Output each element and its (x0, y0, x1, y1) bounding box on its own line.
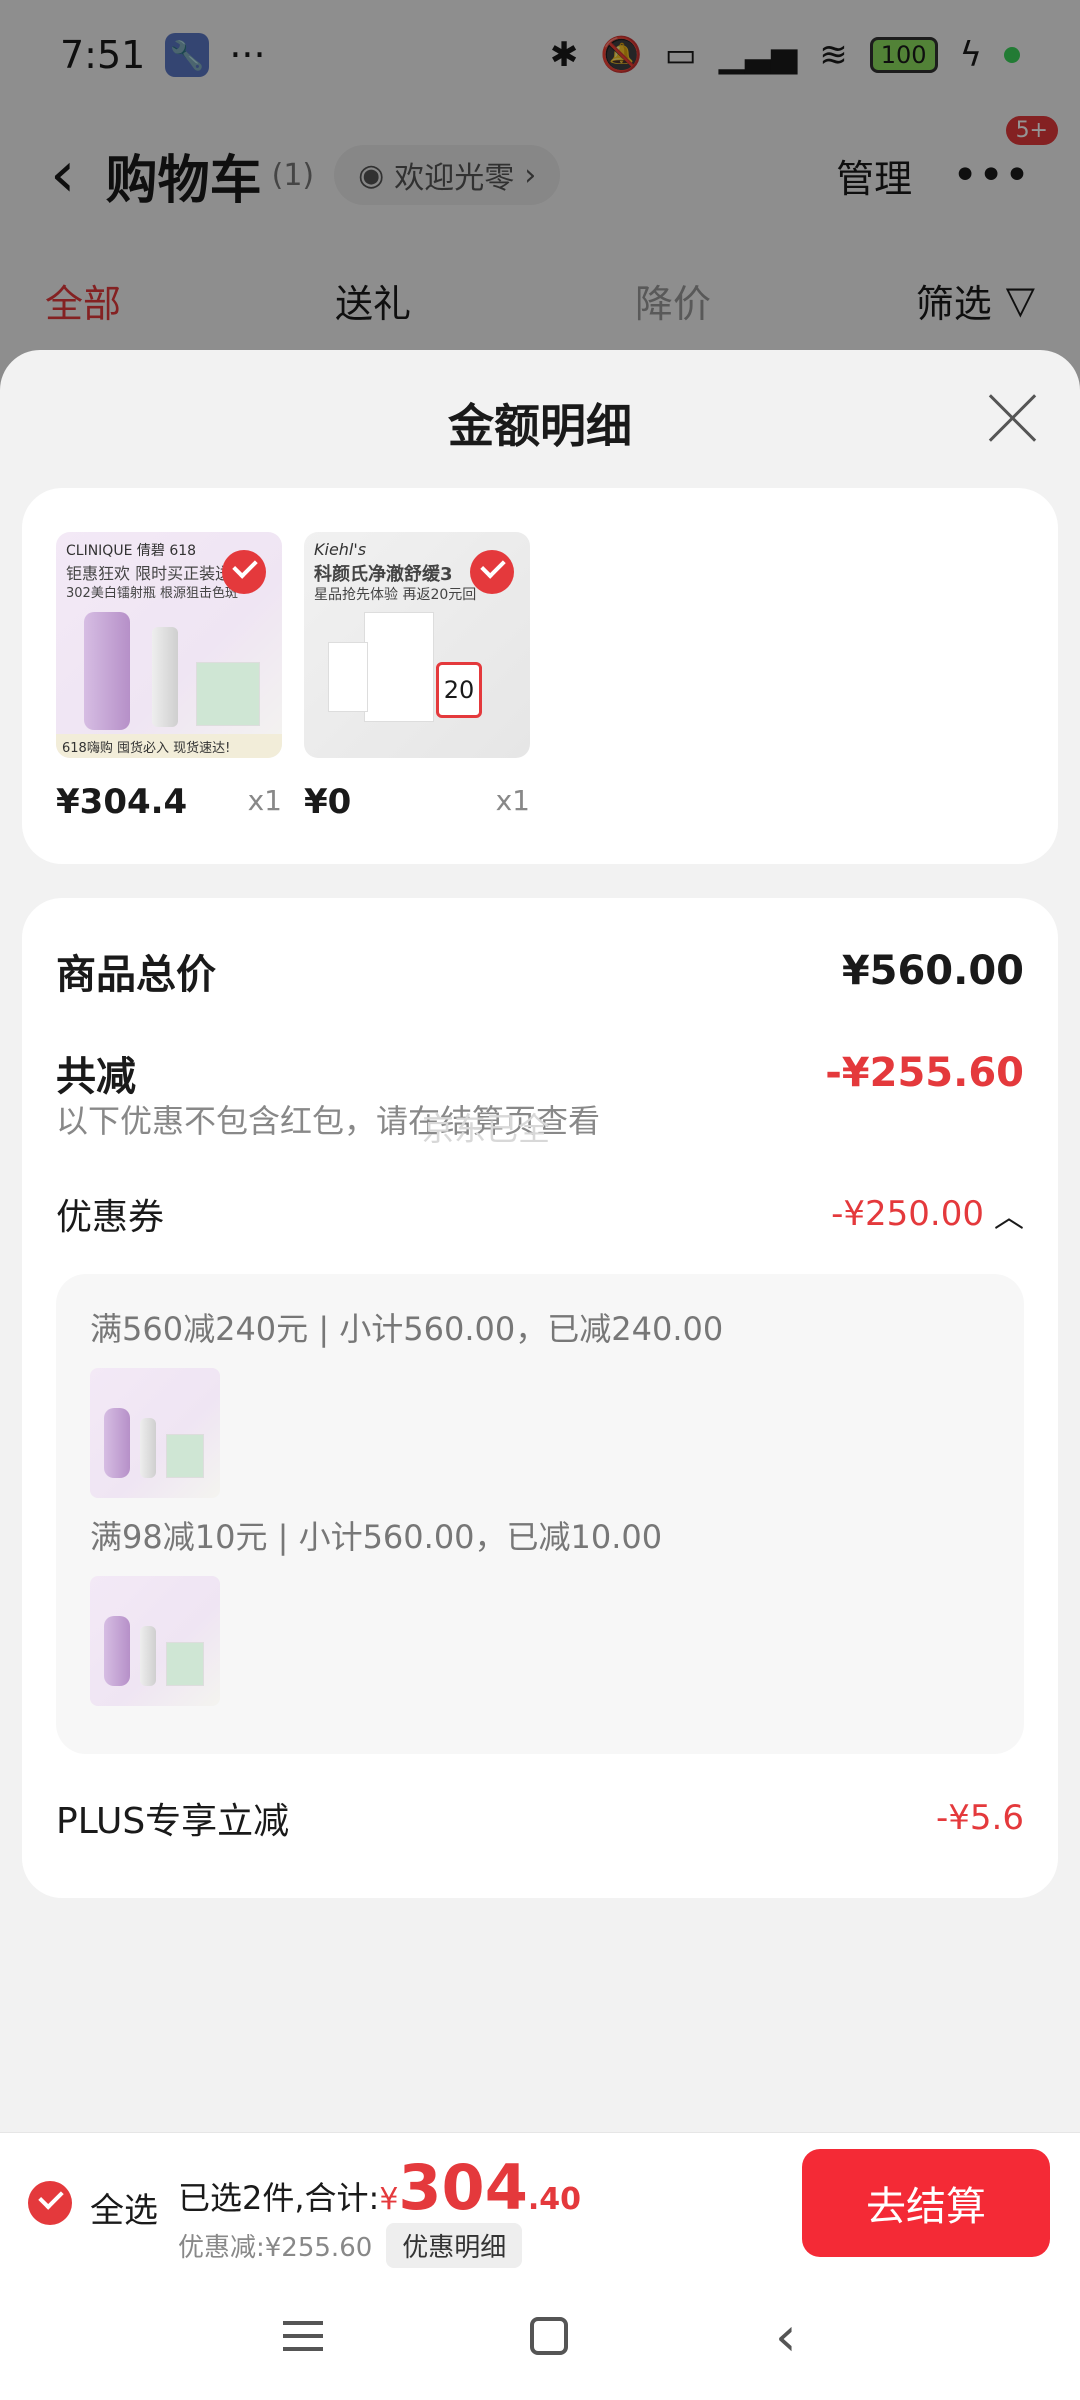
reduce-label: 共减 (56, 1054, 136, 1100)
system-nav-bar: ‹ (0, 2272, 1080, 2400)
chevron-up-icon[interactable]: ︿ (994, 1192, 1024, 1236)
sample-card-shape (196, 662, 260, 726)
plus-value: -¥5.6 (936, 1798, 1024, 1838)
total-amount: 304 (398, 2151, 528, 2224)
image-brand-text: CLINIQUE 倩碧 618 (66, 543, 197, 559)
price-badge: 20 (436, 662, 482, 718)
watermark: 京东已全 (422, 1110, 551, 1148)
coupon-value: -¥250.00 (831, 1194, 984, 1234)
discount-detail-button[interactable]: 优惠明细 (386, 2223, 523, 2268)
bottle-shape (84, 612, 130, 730)
sample-card-shape (364, 612, 434, 722)
bottle-shape (104, 1408, 130, 1478)
product-image: CLINIQUE 倩碧 618 钜惠狂欢 限时买正装送 302美白镭射瓶 根源狙… (56, 532, 282, 758)
checked-icon[interactable] (222, 550, 266, 594)
product-item[interactable]: Kiehl's 科颜氏净澈舒缓3 星品抢先体验 再返20元回 20 ¥0 x1 (304, 532, 530, 822)
tube-shape (152, 627, 178, 727)
back-nav-icon[interactable]: ‹ (775, 2305, 797, 2368)
selected-text: 已选2件,合计: (178, 2179, 380, 2217)
image-promo-text: 钜惠狂欢 限时买正装送 (66, 564, 232, 583)
image-promo-subtext: 星品抢先体验 再返20元回 (314, 587, 477, 603)
image-brand-text: Kiehl's (314, 540, 367, 559)
checkout-button[interactable]: 去结算 (802, 2149, 1050, 2257)
product-qty: x1 (247, 784, 282, 817)
menu-icon[interactable] (283, 2321, 324, 2351)
total-label: 商品总价 (56, 952, 216, 998)
coupon-rule: 满560减240元 | 小计560.00，已减240.00 (90, 1310, 724, 1348)
image-footer-text: 618嗨购 囤货必入 现货速达! (56, 734, 282, 758)
total-value: ¥560.00 (841, 948, 1024, 994)
coupon-detail-box: 满560减240元 | 小计560.00，已减240.00 满98减10元 | … (56, 1274, 1024, 1754)
coupon-row[interactable]: 优惠券 -¥250.00 ︿ (56, 1188, 1024, 1240)
total-summary: 已选2件,合计: ¥ 304 .40 (178, 2151, 581, 2224)
image-promo-subtext: 302美白镭射瓶 根源狙击色斑 (66, 586, 238, 601)
product-price: ¥0 (304, 782, 352, 822)
bottle-shape (104, 1616, 130, 1686)
checked-icon[interactable] (470, 550, 514, 594)
reduce-row: 共减 -¥255.60 (56, 1044, 1024, 1102)
product-item[interactable]: CLINIQUE 倩碧 618 钜惠狂欢 限时买正装送 302美白镭射瓶 根源狙… (56, 532, 282, 822)
checkout-bar: 全选 已选2件,合计: ¥ 304 .40 优惠减:¥255.60 优惠明细 去… (0, 2132, 1080, 2272)
sample-card-shape (166, 1642, 204, 1686)
image-promo-text: 科颜氏净澈舒缓3 (314, 564, 453, 585)
tube-shape (140, 1418, 156, 1478)
products-card: CLINIQUE 倩碧 618 钜惠狂欢 限时买正装送 302美白镭射瓶 根源狙… (22, 488, 1058, 864)
reduce-value: -¥255.60 (825, 1050, 1024, 1096)
select-all-checkbox[interactable] (28, 2181, 72, 2225)
plus-row: PLUS专享立减 -¥5.6 (56, 1792, 1024, 1844)
sample-card-shape (166, 1434, 204, 1478)
coupon-product-thumb (90, 1368, 220, 1498)
sample-card-shape (328, 642, 368, 712)
sheet-title: 金额明细 (448, 399, 632, 453)
coupon-rule: 满98减10元 | 小计560.00，已减10.00 (90, 1518, 663, 1556)
discount-line: 优惠减:¥255.60 优惠明细 (178, 2223, 523, 2268)
product-price: ¥304.4 (56, 782, 188, 822)
tube-shape (140, 1626, 156, 1686)
close-icon[interactable] (984, 390, 1040, 446)
discount-text: 优惠减:¥255.60 (178, 2233, 373, 2263)
product-qty: x1 (495, 784, 530, 817)
select-all-label[interactable]: 全选 (90, 2183, 158, 2232)
coupon-product-thumb (90, 1576, 220, 1706)
home-icon[interactable] (530, 2317, 569, 2355)
product-image: Kiehl's 科颜氏净澈舒缓3 星品抢先体验 再返20元回 20 (304, 532, 530, 758)
coupon-label: 优惠券 (56, 1197, 165, 1238)
total-currency: ¥ (379, 2182, 399, 2217)
plus-label: PLUS专享立减 (56, 1801, 290, 1842)
amount-detail-card: 商品总价 ¥560.00 共减 -¥255.60 以下优惠不包含红包，请在结算页… (22, 898, 1058, 1898)
total-decimal: .40 (527, 2182, 581, 2217)
total-row: 商品总价 ¥560.00 (56, 942, 1024, 1000)
amount-detail-sheet: 金额明细 CLINIQUE 倩碧 618 钜惠狂欢 限时买正装送 302美白镭射… (0, 350, 1080, 2400)
